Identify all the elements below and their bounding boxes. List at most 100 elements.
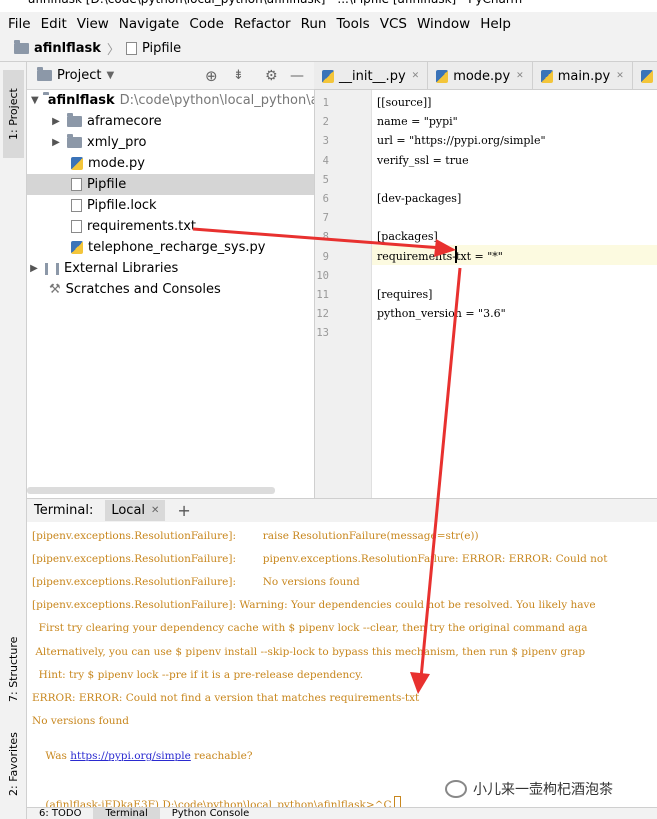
chevron-right-icon[interactable]: ▶ (49, 137, 63, 148)
locate-icon[interactable]: ⊕ (205, 67, 218, 85)
bottom-tool-terminal[interactable]: Terminal (93, 808, 160, 819)
chevron-right-icon[interactable]: ▶ (49, 116, 63, 127)
tab-local[interactable]: Local ✕ (105, 500, 166, 521)
line-number: 3 (322, 135, 329, 148)
project-tool-tab[interactable]: 1: Project (3, 70, 24, 158)
tree-item[interactable]: ▶ aframecore (27, 111, 314, 132)
editor-tab[interactable]: __init__.py ✕ (314, 62, 429, 89)
editor-tab-label: __init__.py (339, 68, 406, 84)
bottom-tool-bar: 6: TODO Terminal Python Console (27, 807, 657, 819)
breadcrumb-separator: 〉 (106, 43, 120, 58)
bottom-tool-6-todo[interactable]: 6: TODO (27, 808, 93, 819)
terminal-header: Terminal: Local ✕ + (27, 498, 657, 522)
terminal-output[interactable]: [pipenv.exceptions.ResolutionFailure]: r… (27, 522, 657, 807)
chevron-down-icon[interactable]: ▼ (106, 70, 114, 81)
editor-tab[interactable]: mode.py ✕ (428, 62, 533, 89)
terminal-reachable-line: Was https://pypi.org/simple reachable? (45, 750, 253, 762)
breadcrumb-file[interactable]: Pipfile (142, 41, 181, 56)
library-icon (45, 262, 59, 275)
add-terminal-button[interactable]: + (177, 501, 190, 520)
close-icon[interactable]: ✕ (616, 71, 624, 81)
watermark: 小儿来一壶枸杞酒泡茶 (445, 775, 650, 803)
folder-icon (14, 40, 29, 54)
breadcrumb-project[interactable]: afinlflask (34, 41, 101, 56)
editor-tab[interactable]: flask (633, 62, 657, 89)
gear-icon[interactable]: ⚙ (265, 68, 278, 84)
wechat-icon (445, 780, 467, 798)
chevron-right-icon[interactable]: ▶ (27, 263, 41, 274)
tree-root-name: afinlflask (47, 93, 115, 108)
terminal-line: First try clearing your dependency cache… (32, 622, 588, 635)
code-line: url = "https://pypi.org/simple" (377, 134, 546, 148)
tree-item[interactable]: Pipfile (27, 174, 314, 195)
collapse-icon[interactable]: ⇟ (233, 68, 244, 83)
horizontal-scrollbar[interactable] (27, 487, 275, 494)
menu-item-view[interactable]: View (77, 16, 109, 32)
menu-item-navigate[interactable]: Navigate (119, 16, 180, 32)
line-number: 5 (322, 173, 329, 186)
python-file-icon (71, 157, 83, 170)
tree-item[interactable]: ▶ xmly_pro (27, 132, 314, 153)
code-line: verify_ssl = true (377, 153, 469, 167)
scratches-icon: ⚒ (49, 282, 61, 297)
close-icon[interactable]: ✕ (151, 505, 159, 516)
python-file-icon (640, 69, 653, 83)
menu-item-vcs[interactable]: VCS (380, 16, 407, 32)
chevron-down-icon[interactable]: ▼ (31, 95, 39, 106)
code-line: [dev-packages] (377, 192, 462, 205)
project-view-selector[interactable]: Project (57, 68, 101, 83)
window-title: afinlflask [D:\code\python\local_python\… (0, 0, 657, 10)
project-icon (37, 67, 52, 81)
menu-item-help[interactable]: Help (480, 16, 511, 32)
python-file-icon (436, 69, 449, 83)
terminal-line: Hint: try $ pipenv lock --pre if it is a… (32, 668, 364, 681)
bottom-tool-python-console[interactable]: Python Console (160, 808, 262, 819)
terminal-line: No versions found (32, 714, 130, 727)
tree-external-libraries[interactable]: ▶ External Libraries (27, 258, 314, 279)
menu-item-run[interactable]: Run (301, 16, 327, 32)
project-panel-header: Project ▼ ⊕ ⇟ ⚙ — (27, 62, 314, 90)
file-icon (71, 178, 82, 191)
line-number: 8 (322, 231, 329, 244)
menu-item-tools[interactable]: Tools (336, 16, 369, 32)
menu-bar: File Edit View Navigate Code Refactor Run Tools… (0, 12, 657, 36)
file-icon (71, 220, 82, 233)
tree-item-label: Pipfile.lock (87, 198, 157, 213)
folder-icon (67, 134, 82, 148)
pypi-link[interactable]: https://pypi.org/simple (70, 750, 191, 762)
structure-tool-tab[interactable]: 7: Structure (3, 610, 24, 728)
tree-item-label: telephone_recharge_sys.py (88, 240, 266, 255)
menu-item-window[interactable]: Window (417, 16, 470, 32)
terminal-line: [pipenv.exceptions.ResolutionFailure]: p… (32, 553, 608, 566)
editor-tabs: __init__.py ✕ mode.py ✕ main.py ✕ flask (314, 62, 657, 90)
code-line: name = "pypi" (377, 115, 458, 129)
tree-item-label: mode.py (88, 156, 145, 171)
favorites-tool-tab[interactable]: 2: Favorites (3, 714, 24, 814)
editor-tab[interactable]: main.py ✕ (533, 62, 633, 89)
line-number: 9 (322, 250, 329, 263)
line-number: 6 (322, 193, 329, 205)
python-file-icon (71, 241, 83, 254)
menu-item-file[interactable]: File (8, 16, 31, 32)
tree-item[interactable]: mode.py (27, 153, 314, 174)
menu-item-edit[interactable]: Edit (41, 16, 67, 32)
tree-item[interactable]: Pipfile.lock (27, 195, 314, 216)
close-icon[interactable]: ✕ (412, 71, 420, 81)
tree-root-path: D:\code\python\local_python\afinlflask (119, 93, 314, 108)
line-number: 1 (322, 97, 329, 109)
text-caret (455, 246, 457, 263)
terminal-cursor (393, 796, 401, 807)
tree-scratches[interactable]: ⚒ Scratches and Consoles (27, 279, 314, 300)
terminal-prompt[interactable]: (afinlflask-iEDkaE3F) D:\code\python\loc… (32, 784, 401, 807)
line-number: 2 (322, 116, 329, 129)
file-icon (71, 199, 82, 212)
close-icon[interactable]: ✕ (516, 71, 524, 81)
editor-tab-label: mode.py (453, 68, 511, 84)
menu-item-code[interactable]: Code (189, 16, 224, 32)
menu-item-refactor[interactable]: Refactor (234, 16, 291, 32)
tree-root[interactable]: ▼ afinlflask D:\code\python\local_python… (27, 90, 314, 111)
hide-icon[interactable]: — (290, 68, 304, 84)
tree-item[interactable]: telephone_recharge_sys.py (27, 237, 314, 258)
python-file-icon (540, 69, 553, 83)
tree-item[interactable]: requirements.txt (27, 216, 314, 237)
